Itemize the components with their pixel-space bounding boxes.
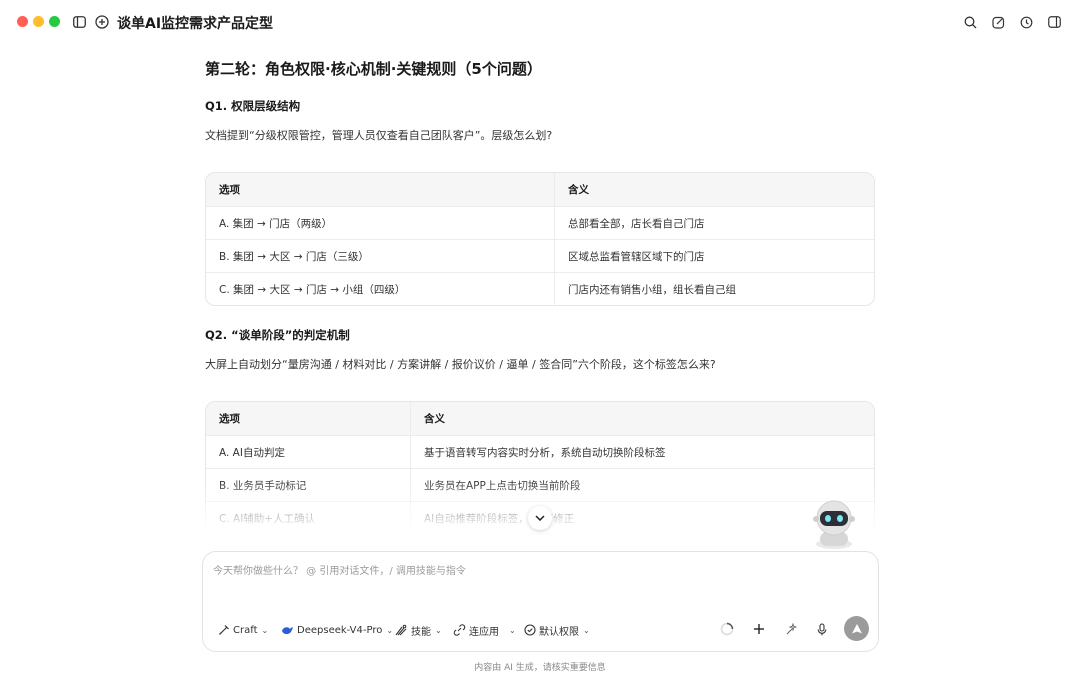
mode-selector[interactable]: Craft ⌄ [218, 622, 268, 638]
shield-check-icon [524, 624, 536, 636]
question-2-text: 大屏上自动划分“量房沟通 / 材料对比 / 方案讲解 / 报价议价 / 逼单 /… [205, 358, 716, 371]
permission-selector[interactable]: 默认权限 ⌄ [524, 622, 590, 638]
skills-icon [395, 624, 408, 636]
loading-spinner-icon [717, 619, 737, 639]
table-cell: C. AI辅助+人工确认 [206, 502, 411, 534]
chevron-down-icon: ⌄ [261, 625, 269, 635]
chat-composer: 今天帮你做些什么？ @ 引用对话文件，/ 调用技能与指令 Craft ⌄ Dee… [202, 551, 879, 652]
link-icon [453, 624, 466, 636]
table-cell: 业务员在APP上点击切换当前阶段 [424, 479, 581, 492]
chevron-down-icon: ⌄ [583, 625, 590, 635]
apps-label: 连应用 [469, 626, 499, 638]
mode-label: Craft [233, 624, 258, 636]
history-icon[interactable] [1018, 14, 1034, 30]
table-cell: 区域总监看管辖区域下的门店 [568, 250, 705, 263]
table-header-cell: 选项 [206, 173, 555, 206]
chevron-down-icon: ⌄ [435, 625, 442, 635]
deepseek-logo-icon [281, 625, 294, 636]
plus-icon [754, 624, 764, 634]
sparkle-enhance-button[interactable] [780, 619, 800, 639]
model-selector[interactable]: Deepseek-V4-Pro ⌄ [281, 622, 393, 638]
permission-label: 默认权限 [539, 626, 579, 638]
table-row: A. AI自动判定 基于语音转写内容实时分析，系统自动切换阶段标签 [206, 435, 874, 468]
chevron-down-icon: ⌄ [386, 625, 394, 635]
table-cell: B. 集团 → 大区 → 门店（三级） [206, 240, 555, 272]
model-label: Deepseek-V4-Pro [297, 624, 383, 636]
search-icon[interactable] [962, 14, 978, 30]
table-cell: 基于语音转写内容实时分析，系统自动切换阶段标签 [424, 446, 666, 459]
table-header-row: 选项 含义 [206, 402, 874, 435]
new-chat-icon[interactable] [94, 14, 110, 30]
skills-selector[interactable]: 技能 ⌄ [395, 622, 442, 638]
table-row: B. 业务员手动标记 业务员在APP上点击切换当前阶段 [206, 468, 874, 501]
question-1-text: 文档提到“分级权限管控，管理人员仅查看自己团队客户”。层级怎么划? [205, 129, 553, 142]
chevron-down-icon [535, 515, 545, 521]
robot-mascot-icon[interactable] [806, 498, 862, 550]
window-title: 谈单AI监控需求产品定型 [117, 16, 274, 32]
apps-selector[interactable]: 连应用 ⌄ [453, 622, 516, 638]
add-attachment-button[interactable] [749, 619, 769, 639]
voice-input-button[interactable] [812, 619, 832, 639]
send-button[interactable] [844, 616, 869, 641]
panel-toggle-icon[interactable] [1046, 14, 1062, 30]
table-cell: B. 业务员手动标记 [206, 469, 411, 501]
table-header-row: 选项 含义 [206, 173, 874, 206]
ai-disclaimer: 内容由 AI 生成，请核实重要信息 [474, 663, 606, 673]
edit-icon[interactable] [990, 14, 1006, 30]
table-cell: A. AI自动判定 [206, 436, 411, 468]
table-header-cell: 选项 [206, 402, 411, 435]
table-cell: A. 集团 → 门店（两级） [206, 207, 555, 239]
question-1-options-table: 选项 含义 A. 集团 → 门店（两级） 总部看全部，店长看自己门店 B. 集团… [205, 172, 875, 306]
chevron-down-icon: ⌄ [509, 625, 516, 635]
scroll-to-bottom-button[interactable] [528, 506, 552, 530]
table-header-cell: 含义 [424, 413, 445, 425]
question-2-title: Q2. “谈单阶段”的判定机制 [205, 328, 350, 342]
craft-icon [218, 624, 230, 636]
section-heading: 第二轮：角色权限·核心机制·关键规则（5个问题） [205, 60, 542, 78]
minimize-window-button[interactable] [33, 16, 44, 27]
skills-label: 技能 [411, 626, 431, 638]
table-header-cell: 含义 [568, 184, 589, 196]
table-row: B. 集团 → 大区 → 门店（三级） 区域总监看管辖区域下的门店 [206, 239, 874, 272]
sparkle-icon [786, 622, 797, 634]
close-window-button[interactable] [17, 16, 28, 27]
send-arrow-icon [851, 623, 862, 633]
question-1-title: Q1. 权限层级结构 [205, 99, 301, 113]
table-row: C. 集团 → 大区 → 门店 → 小组（四级） 门店内还有销售小组，组长看自己… [206, 272, 874, 305]
table-row: A. 集团 → 门店（两级） 总部看全部，店长看自己门店 [206, 206, 874, 239]
sidebar-toggle-icon[interactable] [71, 14, 87, 30]
composer-input[interactable]: 今天帮你做些什么？ @ 引用对话文件，/ 调用技能与指令 [213, 562, 466, 577]
maximize-window-button[interactable] [49, 16, 60, 27]
table-cell: 总部看全部，店长看自己门店 [568, 217, 705, 230]
title-bar: 谈单AI监控需求产品定型 [0, 0, 1080, 44]
table-cell: 门店内还有销售小组，组长看自己组 [568, 283, 736, 296]
table-cell: C. 集团 → 大区 → 门店 → 小组（四级） [206, 273, 555, 305]
microphone-icon [817, 622, 827, 635]
